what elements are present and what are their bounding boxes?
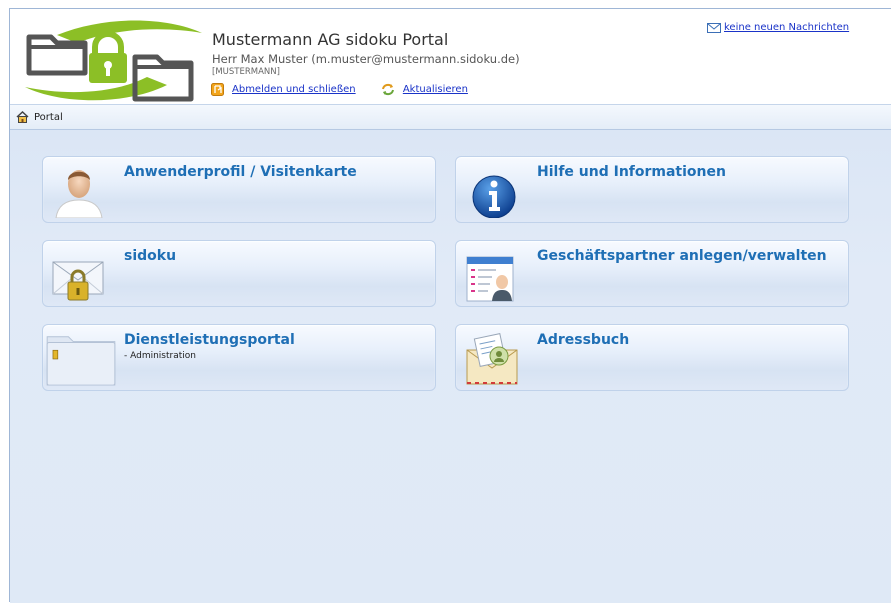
- logout-icon: [211, 83, 224, 96]
- user-info: Herr Max Muster (m.muster@mustermann.sid…: [212, 52, 520, 66]
- tile-title: sidoku: [124, 248, 177, 264]
- tile-subtitle: - Administration: [124, 351, 196, 361]
- info-icon: [472, 175, 516, 218]
- tile-title: Dienstleistungsportal: [124, 332, 295, 348]
- tile-service-portal[interactable]: Dienstleistungsportal - Administration: [42, 324, 436, 391]
- sidoku-logo: [17, 15, 204, 103]
- header-links: Abmelden und schließen Aktualisieren: [211, 83, 490, 99]
- tile-help-info[interactable]: Hilfe und Informationen: [455, 156, 849, 223]
- tile-address-book[interactable]: Adressbuch: [455, 324, 849, 391]
- logout-link[interactable]: Abmelden und schließen: [232, 84, 356, 95]
- tile-title: Anwenderprofil / Visitenkarte: [124, 164, 357, 180]
- business-partner-icon: [466, 256, 514, 302]
- messages-link[interactable]: keine neuen Nachrichten: [724, 22, 849, 33]
- folder-icon: [46, 336, 116, 386]
- tile-title: Hilfe und Informationen: [537, 164, 726, 180]
- logout-link-group: Abmelden und schließen: [211, 83, 356, 96]
- tile-title: Adressbuch: [537, 332, 630, 348]
- messages-link-group: keine neuen Nachrichten: [707, 22, 849, 33]
- tile-sidoku[interactable]: sidoku: [42, 240, 436, 307]
- tile-user-profile[interactable]: Anwenderprofil / Visitenkarte: [42, 156, 436, 223]
- breadcrumb: Portal: [16, 111, 63, 123]
- refresh-icon: [381, 83, 394, 96]
- user-profile-icon: [55, 170, 103, 218]
- portal-title: Mustermann AG sidoku Portal: [212, 30, 449, 49]
- main-content: Anwenderprofil / Visitenkarte Hilfe und …: [10, 130, 891, 603]
- refresh-link[interactable]: Aktualisieren: [403, 84, 468, 95]
- refresh-link-group: Aktualisieren: [381, 83, 468, 96]
- tile-business-partner[interactable]: Geschäftspartner anlegen/verwalten: [455, 240, 849, 307]
- portal-frame: Mustermann AG sidoku Portal Herr Max Mus…: [9, 8, 891, 603]
- home-icon: [16, 111, 29, 123]
- tile-title: Geschäftspartner anlegen/verwalten: [537, 248, 827, 264]
- mail-icon: [707, 22, 721, 33]
- locked-mail-icon: [52, 261, 104, 301]
- header: Mustermann AG sidoku Portal Herr Max Mus…: [10, 9, 891, 104]
- user-code: [MUSTERMANN]: [212, 67, 280, 77]
- address-book-icon: [466, 333, 518, 385]
- breadcrumb-bar: Portal: [10, 104, 891, 130]
- breadcrumb-home[interactable]: Portal: [34, 112, 63, 123]
